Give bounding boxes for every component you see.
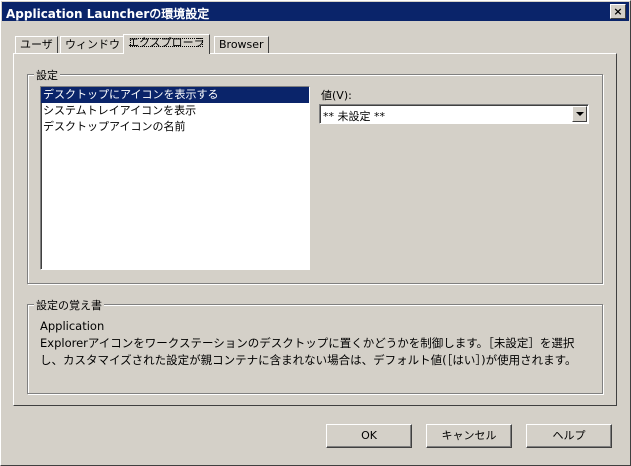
tab-label: ウィンドウ	[65, 38, 120, 51]
settings-listbox[interactable]: デスクトップにアイコンを表示する システムトレイアイコンを表示 デスクトップアイ…	[40, 86, 310, 270]
chevron-down-icon[interactable]	[572, 106, 587, 122]
ok-button[interactable]: OK	[326, 424, 412, 448]
list-item[interactable]: デスクトップにアイコンを表示する	[41, 87, 309, 103]
tab-browser[interactable]: Browser	[214, 36, 269, 53]
close-button[interactable]: ×	[610, 4, 626, 19]
memo-legend: 設定の覚え書	[34, 297, 104, 313]
tab-user[interactable]: ユーザ	[15, 36, 58, 53]
tab-window[interactable]: ウィンドウ	[60, 36, 125, 53]
tab-label: ユーザ	[20, 38, 53, 51]
tab-explorer[interactable]: エクスプローラ	[123, 34, 210, 54]
value-select[interactable]: ** 未設定 **	[319, 104, 589, 124]
select-value: ** 未設定 **	[323, 110, 385, 123]
list-item[interactable]: システムトレイアイコンを表示	[41, 103, 309, 119]
memo-body: Explorerアイコンをワークステーションのデスクトップに置くかどうかを制御し…	[40, 336, 577, 367]
cancel-button[interactable]: キャンセル	[426, 424, 512, 448]
window-title: Application Launcherの環境設定	[6, 7, 210, 21]
settings-legend: 設定	[34, 67, 60, 83]
tab-label: Browser	[219, 38, 264, 51]
memo-heading: Application	[40, 319, 105, 333]
memo-description: Application Explorerアイコンをワークステーションのデスクトッ…	[40, 318, 592, 369]
tab-label: エクスプローラ	[128, 36, 205, 49]
value-label: 値(V):	[321, 89, 352, 102]
close-icon: ×	[613, 5, 623, 18]
title-bar[interactable]: Application Launcherの環境設定 ×	[2, 2, 629, 21]
list-item[interactable]: デスクトップアイコンの名前	[41, 119, 309, 135]
help-button[interactable]: ヘルプ	[526, 424, 612, 448]
